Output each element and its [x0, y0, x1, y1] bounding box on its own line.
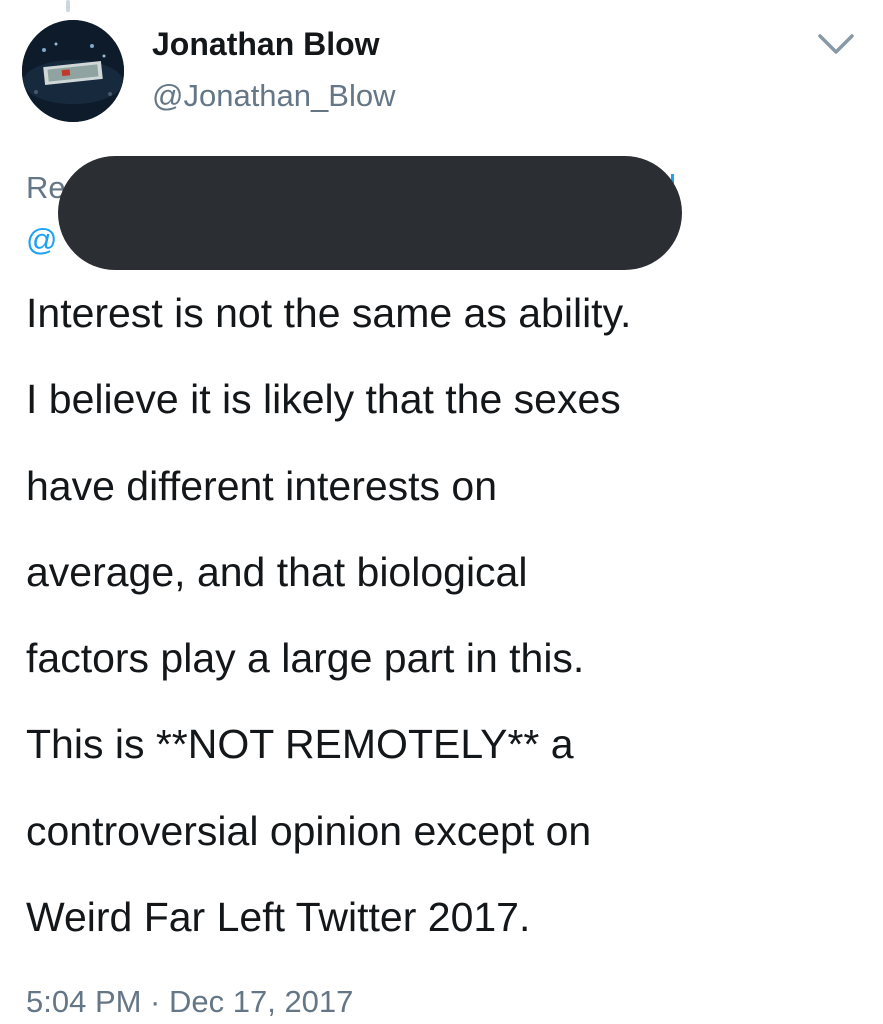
tweet-text-line: have different interests on	[26, 462, 498, 509]
author-display-name[interactable]: Jonathan Blow	[152, 26, 380, 63]
tweet-timestamp[interactable]: 5:04 PM · Dec 17, 2017	[26, 984, 353, 1020]
tweet-text-line: This is **NOT REMOTELY** a	[26, 721, 574, 768]
tweet-text-line: Weird Far Left Twitter 2017.	[26, 894, 531, 941]
tweet-text-line: average, and that biological	[26, 548, 528, 595]
avatar-photo	[22, 20, 124, 122]
redaction-bar	[58, 156, 682, 270]
chevron-down-icon[interactable]	[816, 30, 856, 60]
author-handle[interactable]: @Jonathan_Blow	[152, 78, 395, 114]
thread-connector-line	[66, 0, 70, 12]
replying-to-mention[interactable]: @	[26, 222, 57, 258]
tweet-text-line: factors play a large part in this.	[26, 635, 585, 682]
tweet-text: Interest is not the same as ability. I b…	[26, 270, 866, 960]
tweet-text-line: controversial opinion except on	[26, 807, 592, 854]
avatar[interactable]	[22, 20, 124, 122]
tweet-text-line: I believe it is likely that the sexes	[26, 376, 621, 423]
tweet-text-line: Interest is not the same as ability.	[26, 290, 632, 336]
